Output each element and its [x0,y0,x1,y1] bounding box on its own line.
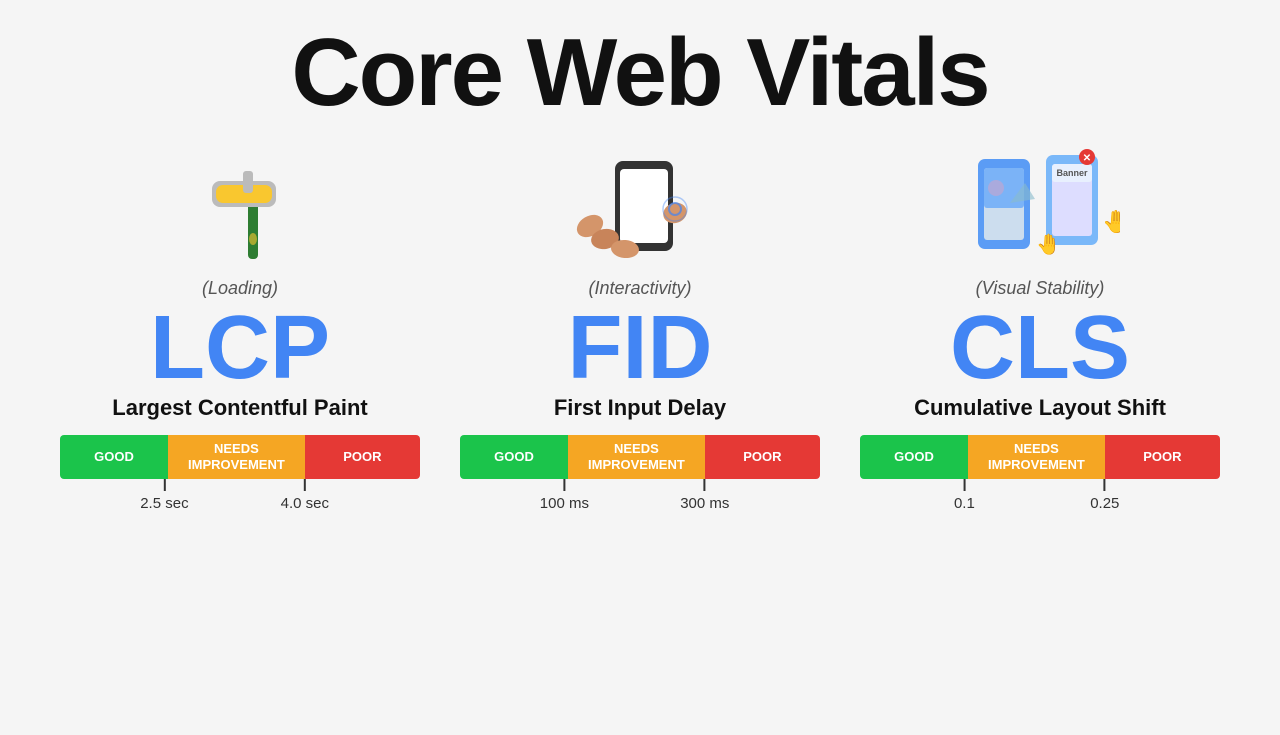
fid-bar-good: GOOD [460,435,568,479]
lcp-tick2: 4.0 sec [281,495,329,512]
fid-name: First Input Delay [554,395,726,421]
lcp-bar-poor: POOR [305,435,420,479]
cls-bar-good: GOOD [860,435,968,479]
cls-poor-label: POOR [1139,447,1185,467]
lcp-bar: GOOD NEEDS IMPROVEMENT POOR [60,435,420,479]
vital-card-lcp: (Loading) LCP Largest Contentful Paint G… [55,136,425,509]
vital-card-cls: Banner ✕ 🤚 🤚 (Visual Stability) CLS Cumu… [855,136,1225,509]
lcp-good-label: GOOD [90,447,138,467]
cls-acronym: CLS [950,303,1130,393]
lcp-name: Largest Contentful Paint [112,395,367,421]
fid-category: (Interactivity) [588,278,691,299]
svg-text:✕: ✕ [1083,153,1091,164]
cls-needs-label: NEEDS IMPROVEMENT [984,439,1089,474]
lcp-bar-good: GOOD [60,435,168,479]
lcp-bar-container: GOOD NEEDS IMPROVEMENT POOR 2.5 sec 4.0 … [60,435,420,509]
cls-name: Cumulative Layout Shift [914,395,1166,421]
cls-bar-container: GOOD NEEDS IMPROVEMENT POOR 0.1 0.25 [860,435,1220,509]
fid-bar: GOOD NEEDS IMPROVEMENT POOR [460,435,820,479]
lcp-needs-label: NEEDS IMPROVEMENT [184,439,289,474]
fid-bar-poor: POOR [705,435,820,479]
page-title: Core Web Vitals [291,20,988,126]
cls-tick1: 0.1 [954,495,975,512]
lcp-bar-needs: NEEDS IMPROVEMENT [168,435,305,479]
svg-text:🤚: 🤚 [1102,209,1120,234]
fid-needs-label: NEEDS IMPROVEMENT [584,439,689,474]
lcp-category: (Loading) [202,278,278,299]
cls-bar-poor: POOR [1105,435,1220,479]
fid-good-label: GOOD [490,447,538,467]
fid-bar-container: GOOD NEEDS IMPROVEMENT POOR 100 ms 300 m… [460,435,820,509]
cls-icon: Banner ✕ 🤚 🤚 [950,136,1130,276]
cls-tick2: 0.25 [1090,495,1119,512]
fid-tick1: 100 ms [540,495,589,512]
svg-text:🤚: 🤚 [1036,232,1061,256]
lcp-tick1: 2.5 sec [140,495,188,512]
lcp-poor-label: POOR [339,447,385,467]
lcp-acronym: LCP [150,303,330,393]
cls-good-label: GOOD [890,447,938,467]
vital-card-fid: (Interactivity) FID First Input Delay GO… [455,136,825,509]
fid-acronym: FID [568,303,713,393]
lcp-icon [150,136,330,276]
fid-tick2: 300 ms [680,495,729,512]
fid-icon [550,136,730,276]
cls-bar: GOOD NEEDS IMPROVEMENT POOR [860,435,1220,479]
svg-text:Banner: Banner [1056,168,1088,178]
vitals-row: (Loading) LCP Largest Contentful Paint G… [40,136,1240,509]
cls-category: (Visual Stability) [976,278,1105,299]
fid-bar-needs: NEEDS IMPROVEMENT [568,435,705,479]
fid-poor-label: POOR [739,447,785,467]
cls-bar-needs: NEEDS IMPROVEMENT [968,435,1105,479]
